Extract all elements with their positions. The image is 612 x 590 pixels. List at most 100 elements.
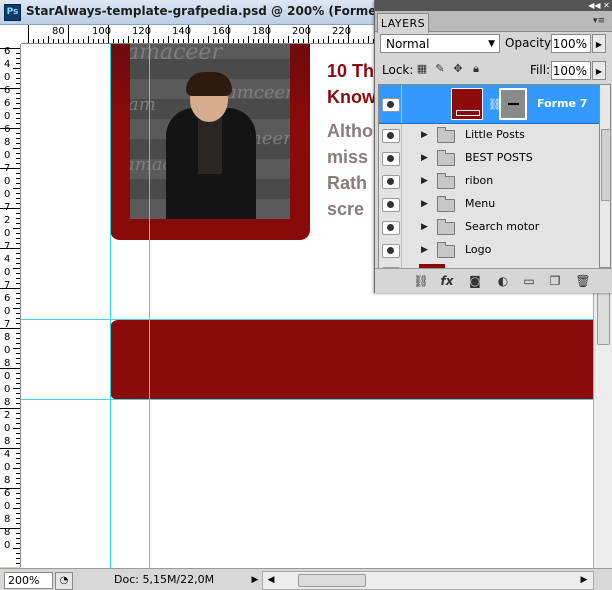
visibility-eye-icon[interactable] bbox=[382, 175, 400, 189]
folder-icon bbox=[437, 196, 455, 212]
expand-triangle-icon[interactable]: ▶ bbox=[421, 199, 428, 209]
expand-triangle-icon[interactable]: ▶ bbox=[421, 245, 428, 255]
new-layer-icon[interactable]: ❐ bbox=[547, 273, 563, 289]
ruler-label: 2 bbox=[4, 215, 11, 226]
ruler-label: 0 bbox=[4, 267, 11, 278]
adjustment-layer-icon[interactable]: ◐ bbox=[495, 273, 511, 289]
expand-triangle-icon[interactable]: ▶ bbox=[421, 130, 428, 140]
lock-all-icon[interactable]: 🔒︎ bbox=[469, 62, 483, 76]
vertical-guide[interactable] bbox=[110, 44, 111, 568]
layer-row-forme-7[interactable]: ⛓ Forme 7 bbox=[379, 85, 599, 124]
ruler-label: 4 bbox=[4, 59, 11, 70]
horizontal-guide[interactable] bbox=[21, 399, 593, 400]
ruler-label: 0 bbox=[4, 306, 11, 317]
vertical-scroll-thumb[interactable] bbox=[597, 291, 610, 345]
add-mask-icon[interactable]: ◙ bbox=[467, 273, 483, 289]
chevron-down-icon: ▼ bbox=[488, 39, 495, 49]
group-name[interactable]: Menu bbox=[465, 197, 495, 210]
ruler-label: 8 bbox=[4, 527, 11, 538]
visibility-eye-icon[interactable] bbox=[382, 152, 400, 166]
opacity-input[interactable]: 100% bbox=[551, 34, 591, 53]
ruler-label: 8 bbox=[4, 358, 11, 369]
expand-triangle-icon[interactable]: ▶ bbox=[421, 153, 428, 163]
fx-icon[interactable]: fx bbox=[439, 273, 455, 289]
layer-name[interactable]: Forme 7 bbox=[537, 97, 587, 110]
opacity-slider-arrow-icon[interactable]: ▶ bbox=[592, 34, 606, 53]
ruler-label: 0 bbox=[4, 176, 11, 187]
fill-input[interactable]: 100% bbox=[551, 61, 591, 80]
horizontal-scroll-thumb[interactable] bbox=[298, 574, 366, 587]
ruler-label: 6 bbox=[4, 293, 11, 304]
photo-image: amaceer am amceer ameer amac bbox=[130, 44, 290, 219]
ruler-label: 0 bbox=[4, 111, 11, 122]
ruler-label: 7 bbox=[4, 202, 11, 213]
layer-group-row[interactable]: ▶ Logo bbox=[379, 239, 599, 263]
opacity-label: Opacity: bbox=[505, 36, 555, 50]
ruler-label: 0 bbox=[4, 72, 11, 83]
group-name[interactable]: BEST POSTS bbox=[465, 151, 533, 164]
ruler-origin[interactable] bbox=[0, 25, 22, 45]
lock-image-icon[interactable]: ✎ bbox=[433, 62, 447, 76]
layer-group-row[interactable]: ▶ Little Posts bbox=[379, 124, 599, 148]
ruler-label: 120 bbox=[132, 26, 152, 37]
panel-menu-icon[interactable]: ▾≡ bbox=[591, 15, 607, 27]
zoom-field[interactable]: 200% bbox=[4, 572, 53, 589]
vector-mask-thumbnail[interactable] bbox=[499, 88, 527, 120]
blend-mode-select[interactable]: Normal ▼ bbox=[380, 34, 500, 53]
ruler-label: 8 bbox=[4, 436, 11, 447]
lock-transparent-icon[interactable]: ▦ bbox=[415, 62, 429, 76]
panel-top-strip bbox=[375, 0, 612, 11]
link-layers-icon[interactable]: ⛓ bbox=[413, 273, 429, 289]
layers-scroll-thumb[interactable] bbox=[601, 129, 611, 201]
ruler-label: 6 bbox=[4, 46, 11, 57]
vertical-ruler[interactable]: 6 4 0 6 6 0 6 8 0 7 0 0 7 2 0 7 4 0 7 6 0 7 8 0 8 0 0 8 2 0 8 4 0 8 6 0 8 8 0 bbox=[0, 44, 21, 567]
expand-triangle-icon[interactable]: ▶ bbox=[421, 222, 428, 232]
layer-group-row[interactable]: ▶ Menu bbox=[379, 193, 599, 217]
expand-triangle-icon[interactable]: ▶ bbox=[421, 176, 428, 186]
ruler-label: 100 bbox=[92, 26, 112, 37]
vertical-guide[interactable] bbox=[149, 44, 150, 568]
folder-icon bbox=[437, 150, 455, 166]
scroll-right-icon[interactable]: ▶ bbox=[578, 573, 590, 587]
ruler-label: 0 bbox=[4, 540, 11, 551]
visibility-eye-icon[interactable] bbox=[382, 221, 400, 235]
visibility-eye-icon[interactable] bbox=[382, 129, 400, 143]
forme-7-shape[interactable] bbox=[110, 320, 593, 400]
ruler-label: 7 bbox=[4, 280, 11, 291]
status-info-icon[interactable]: ◔ bbox=[55, 572, 73, 590]
ruler-label: 160 bbox=[212, 26, 232, 37]
ruler-label: 8 bbox=[4, 332, 11, 343]
layer-group-row[interactable]: ▶ Search motor bbox=[379, 216, 599, 240]
group-name[interactable]: Logo bbox=[465, 243, 491, 256]
delete-layer-icon[interactable]: 🗑︎ bbox=[575, 273, 591, 289]
person-shirt bbox=[198, 114, 222, 174]
status-menu-arrow-icon[interactable]: ▶ bbox=[248, 573, 262, 587]
fill-slider-arrow-icon[interactable]: ▶ bbox=[592, 61, 606, 80]
visibility-eye-icon[interactable] bbox=[382, 198, 400, 212]
scroll-left-icon[interactable]: ◀ bbox=[265, 573, 277, 587]
layers-list[interactable]: ⛓ Forme 7 ▶ Little Posts ▶ BEST POSTS ▶ … bbox=[378, 84, 600, 270]
layer-thumbnail[interactable] bbox=[451, 88, 483, 120]
group-name[interactable]: Search motor bbox=[465, 220, 539, 233]
layer-group-row[interactable]: ▶ ribon bbox=[379, 170, 599, 194]
ruler-label: 0 bbox=[4, 384, 11, 395]
ruler-label: 180 bbox=[252, 26, 272, 37]
ruler-label: 0 bbox=[4, 345, 11, 356]
layers-scrollbar[interactable] bbox=[599, 84, 611, 268]
ruler-label: 2 bbox=[4, 410, 11, 421]
ruler-label: 8 bbox=[4, 475, 11, 486]
group-name[interactable]: Little Posts bbox=[465, 128, 525, 141]
visibility-eye-icon[interactable] bbox=[382, 98, 400, 112]
ruler-label: 0 bbox=[4, 462, 11, 473]
group-name[interactable]: ribon bbox=[465, 174, 493, 187]
ruler-label: 6 bbox=[4, 124, 11, 135]
layer-group-row[interactable]: ▶ BEST POSTS bbox=[379, 147, 599, 171]
tab-layers[interactable]: LAYERS bbox=[377, 13, 429, 33]
ruler-label: 0 bbox=[4, 150, 11, 161]
visibility-eye-icon[interactable] bbox=[382, 244, 400, 258]
collapse-panel-icon[interactable]: ◀◀ ✕ bbox=[587, 0, 611, 11]
horizontal-guide[interactable] bbox=[21, 319, 593, 320]
lock-position-icon[interactable]: ✥ bbox=[451, 62, 465, 76]
photo-frame[interactable]: amaceer am amceer ameer amac bbox=[110, 44, 310, 240]
new-group-icon[interactable]: ▭ bbox=[521, 273, 537, 289]
